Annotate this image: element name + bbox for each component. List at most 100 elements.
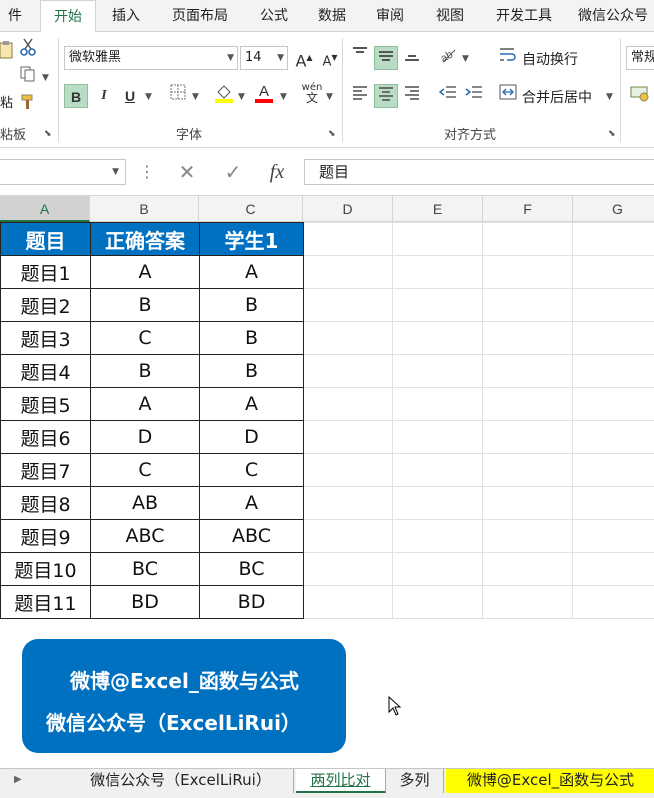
table-cell[interactable]: 题目8 — [0, 486, 91, 520]
merge-center-dropdown-icon[interactable]: ▼ — [606, 92, 613, 102]
table-cell[interactable]: 题目7 — [0, 453, 91, 487]
number-format-select[interactable]: 常规 — [626, 46, 654, 70]
table-cell[interactable]: B — [199, 321, 304, 355]
tab-page-layout[interactable]: 页面布局 — [160, 0, 240, 32]
paste-icon[interactable] — [0, 40, 14, 64]
table-cell[interactable]: C — [199, 453, 304, 487]
increase-indent-button[interactable] — [462, 84, 486, 108]
column-header-b[interactable]: B — [90, 196, 199, 222]
column-header-g[interactable]: G — [573, 196, 654, 222]
orientation-button[interactable]: ab — [436, 46, 460, 70]
table-cell[interactable]: 题目3 — [0, 321, 91, 355]
tab-insert[interactable]: 插入 — [102, 0, 150, 32]
wrap-text-icon[interactable] — [496, 46, 520, 70]
column-header-c[interactable]: C — [199, 196, 303, 222]
sheet-tab-weibo[interactable]: 微博@Excel_函数与公式 — [446, 769, 654, 793]
sheet-tab-two-column-compare[interactable]: 两列比对 — [296, 769, 386, 793]
table-header-cell[interactable]: 正确答案 — [90, 222, 200, 256]
table-cell[interactable]: BC — [199, 552, 304, 586]
fill-color-button[interactable] — [212, 82, 236, 106]
align-middle-button[interactable] — [374, 46, 398, 70]
tab-file[interactable]: 件 — [0, 0, 30, 32]
align-right-button[interactable] — [400, 84, 424, 108]
table-cell[interactable]: 题目1 — [0, 255, 91, 289]
borders-button[interactable] — [166, 84, 190, 108]
enter-icon[interactable]: ✓ — [218, 159, 248, 185]
bold-button[interactable]: B — [64, 84, 88, 108]
table-cell[interactable]: A — [199, 387, 304, 421]
accounting-format-icon[interactable] — [628, 84, 652, 108]
font-launcher-icon[interactable]: ⬊ — [328, 129, 336, 139]
underline-dropdown-icon[interactable]: ▼ — [145, 92, 152, 102]
underline-button[interactable]: U — [118, 84, 142, 108]
sheet-tab-multi-column[interactable]: 多列 — [386, 769, 444, 793]
sheet-tab-wechat[interactable]: 微信公众号（ExcelLiRui） — [68, 769, 294, 793]
orientation-dropdown-icon[interactable]: ▼ — [462, 54, 469, 64]
copy-icon[interactable] — [16, 66, 40, 90]
fill-color-dropdown-icon[interactable]: ▼ — [238, 92, 245, 102]
table-header-cell[interactable]: 题目 — [0, 222, 91, 256]
table-cell[interactable]: 题目11 — [0, 585, 91, 619]
shrink-font-button[interactable]: A▼ — [318, 46, 342, 70]
align-bottom-button[interactable] — [400, 46, 424, 70]
column-header-a[interactable]: A — [0, 196, 90, 222]
format-painter-icon[interactable] — [16, 94, 40, 118]
name-box[interactable]: ▼ — [0, 159, 126, 185]
column-header-e[interactable]: E — [393, 196, 483, 222]
table-cell[interactable]: BC — [90, 552, 200, 586]
formula-bar-options-icon[interactable]: ⋮ — [132, 159, 162, 185]
table-cell[interactable]: B — [90, 354, 200, 388]
clipboard-launcher-icon[interactable]: ⬊ — [44, 129, 52, 139]
table-cell[interactable]: C — [90, 453, 200, 487]
font-name-select[interactable]: 微软雅黑 ▼ — [64, 46, 238, 70]
phonetic-dropdown-icon[interactable]: ▼ — [326, 92, 333, 102]
worksheet-grid[interactable]: A B C D E F G 题目 正确答案 学生1 题目1 A A 题目2 B B 题目3 C B 题目… — [0, 196, 654, 768]
table-cell[interactable]: C — [90, 321, 200, 355]
table-cell[interactable]: B — [199, 354, 304, 388]
scroll-tabs-right-icon[interactable]: ▶ — [14, 774, 22, 785]
tab-data[interactable]: 数据 — [308, 0, 356, 32]
table-cell[interactable]: D — [199, 420, 304, 454]
table-cell[interactable]: 题目5 — [0, 387, 91, 421]
cut-icon[interactable] — [16, 38, 40, 62]
table-header-cell[interactable]: 学生1 — [199, 222, 304, 256]
tab-developer[interactable]: 开发工具 — [484, 0, 564, 32]
column-header-f[interactable]: F — [483, 196, 573, 222]
table-cell[interactable]: ABC — [199, 519, 304, 553]
table-cell[interactable]: B — [90, 288, 200, 322]
tab-home[interactable]: 开始 — [40, 0, 96, 33]
merge-center-button[interactable]: 合并后居中 — [522, 87, 592, 107]
table-cell[interactable]: BD — [90, 585, 200, 619]
italic-button[interactable]: I — [92, 84, 116, 108]
table-cell[interactable]: 题目6 — [0, 420, 91, 454]
align-top-button[interactable] — [348, 46, 372, 70]
decrease-indent-button[interactable] — [436, 84, 460, 108]
tab-view[interactable]: 视图 — [426, 0, 474, 32]
formula-input[interactable]: 题目 — [304, 159, 654, 185]
cancel-icon[interactable]: ✕ — [172, 159, 202, 185]
align-left-button[interactable] — [348, 84, 372, 108]
table-cell[interactable]: A — [90, 387, 200, 421]
phonetic-button[interactable]: wén 文 — [300, 82, 324, 106]
table-cell[interactable]: A — [90, 255, 200, 289]
table-cell[interactable]: D — [90, 420, 200, 454]
alignment-launcher-icon[interactable]: ⬊ — [608, 129, 616, 139]
grow-font-button[interactable]: A▲ — [292, 46, 316, 70]
font-color-button[interactable]: A — [252, 82, 276, 106]
table-cell[interactable]: B — [199, 288, 304, 322]
font-color-dropdown-icon[interactable]: ▼ — [280, 92, 287, 102]
table-cell[interactable]: 题目9 — [0, 519, 91, 553]
table-cell[interactable]: BD — [199, 585, 304, 619]
table-cell[interactable]: AB — [90, 486, 200, 520]
wrap-text-button[interactable]: 自动换行 — [522, 49, 578, 69]
table-cell[interactable]: A — [199, 486, 304, 520]
tab-formulas[interactable]: 公式 — [250, 0, 298, 32]
align-center-button[interactable] — [374, 84, 398, 108]
table-cell[interactable]: A — [199, 255, 304, 289]
tab-review[interactable]: 审阅 — [366, 0, 414, 32]
table-cell[interactable]: 题目10 — [0, 552, 91, 586]
merge-center-icon[interactable] — [496, 84, 520, 108]
table-cell[interactable]: ABC — [90, 519, 200, 553]
tab-wechat[interactable]: 微信公众号 — [578, 0, 654, 32]
borders-dropdown-icon[interactable]: ▼ — [192, 92, 199, 102]
